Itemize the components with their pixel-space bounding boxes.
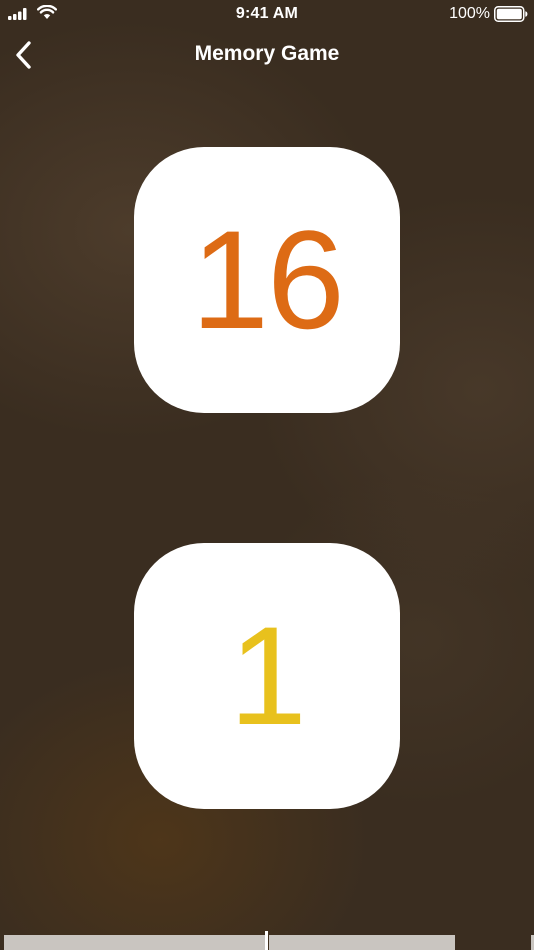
- battery-icon: [494, 6, 528, 22]
- strip-divider: [265, 931, 268, 950]
- strip-segment: [269, 935, 455, 950]
- battery-percentage: 100%: [449, 5, 490, 22]
- memory-card-top[interactable]: 16: [134, 147, 400, 413]
- memory-card-bottom[interactable]: 1: [134, 543, 400, 809]
- status-bar: 9:41 AM 100%: [0, 0, 534, 28]
- strip-segment: [4, 935, 265, 950]
- card-number: 1: [229, 597, 307, 754]
- page-title: Memory Game: [194, 42, 340, 65]
- bottom-strip: [0, 931, 534, 950]
- card-number: 16: [191, 201, 345, 358]
